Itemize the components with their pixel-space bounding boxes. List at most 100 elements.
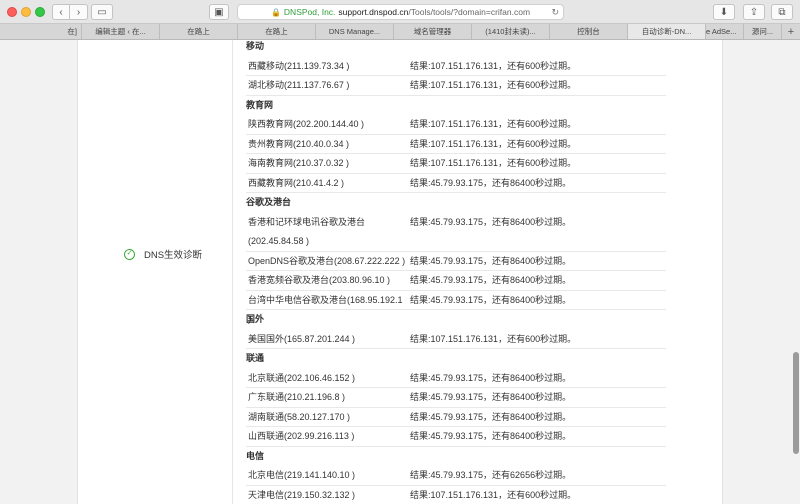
reader-icon: ▣ [214,6,224,18]
resolve-result: 结果:107.151.176.131，还有600秒过期。 [410,80,577,90]
result-row: 台湾中华电信谷歌及港台(168.95.192.1 ) 结果:45.79.93.17… [246,291,666,324]
resolver-name: 西藏移动(211.139.73.34 ) [248,60,350,71]
download-icon: ⬇ [719,6,729,18]
resolver-location: 西藏教育网(210.41.4.2 ) [248,174,408,194]
tabs-icon: ⧉ [778,6,786,18]
resolver-name: 北京联通(202.106.46.152 ) [248,372,356,383]
chevron-right-icon: › [76,6,81,18]
sidebar-icon: ▭ [97,6,107,18]
resolve-result: 结果:107.151.176.131，还有600秒过期。 [410,60,577,71]
tab-label: 自动诊断-DN... [641,27,692,36]
tab-6[interactable]: 域名管理器 [394,24,472,39]
tab-4[interactable]: 在路上 [238,24,316,39]
resolve-result: 结果:45.79.93.175，还有62656秒过期。 [410,470,572,480]
tab-11[interactable]: 源问... [744,24,782,39]
forward-button[interactable]: › [70,4,88,20]
resolver-name: 海南教育网(210.37.0.32 ) [248,158,350,168]
resolver-location: 贵州教育网(210.40.0.34 ) [248,135,408,155]
resolver-location: 海南教育网(210.37.0.32 ) [248,154,408,174]
sidebar-toggle-button[interactable]: ▭ [91,4,113,20]
url-path: /Tools/tools/?domain=crifan.com [408,7,531,17]
resolver-location: 台湾中华电信谷歌及港台(168.95.192.1 ) [248,291,408,330]
resolver-name: 广东联通(210.21.196.8 ) [248,392,346,402]
result-row: 香港宽频谷歌及港台(203.80.96.10 ) 结果:45.79.93.175，… [246,271,666,291]
scrollbar[interactable] [793,352,799,454]
tab-label: e AdSe... [706,27,737,36]
tab-7[interactable]: (1410封未读)... [472,24,550,39]
plus-icon: + [787,25,795,38]
resolver-name: 陕西教育网(202.200.144.40 ) [248,119,365,129]
share-button[interactable]: ⇪ [743,4,765,20]
new-tab-button[interactable]: + [784,24,798,39]
resolve-result: 结果:107.151.176.131，还有600秒过期。 [410,489,577,500]
result-row: 广东联通(210.21.196.8 ) 结果:45.79.93.175，还有864… [246,388,666,408]
tab-label: 域名管理器 [413,27,452,36]
check-circle-icon: ✓ [124,248,135,260]
tab-8[interactable]: 控制台 [550,24,628,39]
result-row: OpenDNS谷歌及港台(208.67.222.222 ) 结果:45.79.93… [246,252,666,272]
resolver-location: 湖北移动(211.137.76.67 ) [248,76,408,96]
tab-1[interactable]: 在] [0,24,82,39]
result-row: 湖北移动(211.137.76.67 ) 结果:107.151.176.131，还… [246,76,666,96]
diagnosis-label-column: ✓ DNS生效诊断 [78,40,233,504]
resolver-name: OpenDNS谷歌及港台(208.67.222.222 ) [248,255,406,266]
resolver-name: 台湾中华电信谷歌及港台(168.95.192.1 ) [248,294,403,325]
dns-diagnosis-label: ✓ DNS生效诊断 [124,247,202,261]
tab-2[interactable]: 编辑主题 ‹ 在... [82,24,160,39]
resolver-name: 天津电信(219.150.32.132 ) [248,489,356,500]
show-tabs-button[interactable]: ⧉ [771,4,793,20]
resolver-location: 香港和记环球电讯谷歌及港台 (202.45.84.58 ) [248,213,408,252]
resolve-result: 结果:45.79.93.175，还有86400秒过期。 [410,411,572,422]
resolver-location: 香港宽频谷歌及港台(203.80.96.10 ) [248,271,408,291]
resolver-location: 北京联通(202.106.46.152 ) [248,369,408,389]
tab-label: 在路上 [187,27,210,36]
minimize-window-button[interactable] [21,7,31,17]
section-title: 移动 [246,41,265,51]
zoom-window-button[interactable] [35,7,45,17]
reader-button[interactable]: ▣ [209,4,229,20]
result-row: 西藏教育网(210.41.4.2 ) 结果:45.79.93.175，还有8640… [246,174,666,194]
resolve-result: 结果:107.151.176.131，还有600秒过期。 [410,138,577,149]
tab-bar: 在] 编辑主题 ‹ 在... 在路上 在路上 DNS Manage... 域名管… [0,24,800,40]
lock-icon: 🔒 [270,7,281,17]
result-row: 山西联通(202.99.216.113 ) 结果:45.79.93.175，还有8… [246,427,666,447]
tab-label: 控制台 [577,27,600,36]
close-window-button[interactable] [7,7,17,17]
resolver-name: 贵州教育网(210.40.0.34 ) [248,138,350,149]
url-host: support.dnspod.cn [338,7,409,17]
result-row: 美国国外(165.87.201.244 ) 结果:107.151.176.131，… [246,330,666,350]
resolver-location: OpenDNS谷歌及港台(208.67.222.222 ) [248,252,408,272]
resolver-name: 北京电信(219.141.140.10 ) [248,470,356,480]
resolver-name: 香港和记环球电讯谷歌及港台 [248,216,366,227]
site-org: DNSPod, Inc. [283,7,336,17]
resolve-result: 结果:107.151.176.131，还有600秒过期。 [410,158,577,168]
resolve-result: 结果:45.79.93.175，还有86400秒过期。 [410,177,572,188]
reload-icon[interactable]: ↻ [551,7,559,18]
resolve-result: 结果:45.79.93.175，还有86400秒过期。 [410,255,572,266]
resolver-ip: (202.45.84.58 ) [248,236,310,246]
tab-3[interactable]: 在路上 [160,24,238,39]
downloads-button[interactable]: ⬇ [713,4,735,20]
share-icon: ⇪ [749,6,759,18]
resolver-location: 天津电信(219.150.32.132 ) [248,486,408,504]
tab-label: 在路上 [265,27,288,36]
address-bar[interactable]: 🔒 DNSPod, Inc. support.dnspod.cn/Tools/t… [237,4,564,20]
resolver-location: 西藏移动(211.139.73.34 ) [248,57,408,77]
resolve-result: 结果:45.79.93.175，还有86400秒过期。 [410,431,572,441]
tab-label: DNS Manage... [328,27,381,36]
resolver-location: 美国国外(165.87.201.244 ) [248,330,408,350]
tab-10[interactable]: e AdSe... [706,24,744,39]
tab-9-active[interactable]: 自动诊断-DN... [628,24,706,39]
resolver-location: 陕西教育网(202.200.144.40 ) [248,115,408,135]
chevron-left-icon: ‹ [59,6,63,18]
tab-5[interactable]: DNS Manage... [316,24,394,39]
resolver-location: 广东联通(210.21.196.8 ) [248,388,408,408]
result-row: 北京电信(219.141.140.10 ) 结果:45.79.93.175，还有6… [246,466,666,486]
back-button[interactable]: ‹ [52,4,70,20]
section-title: 教育网 [246,99,274,110]
resolver-name: 香港宽频谷歌及港台(203.80.96.10 ) [248,275,391,285]
dns-diagnosis-text: DNS生效诊断 [144,250,203,261]
resolver-name: 西藏教育网(210.41.4.2 ) [248,177,345,188]
result-row: 海南教育网(210.37.0.32 ) 结果:107.151.176.131，还有… [246,154,666,174]
result-row: 香港和记环球电讯谷歌及港台 (202.45.84.58 ) 结果:45.79.93.… [246,213,666,252]
